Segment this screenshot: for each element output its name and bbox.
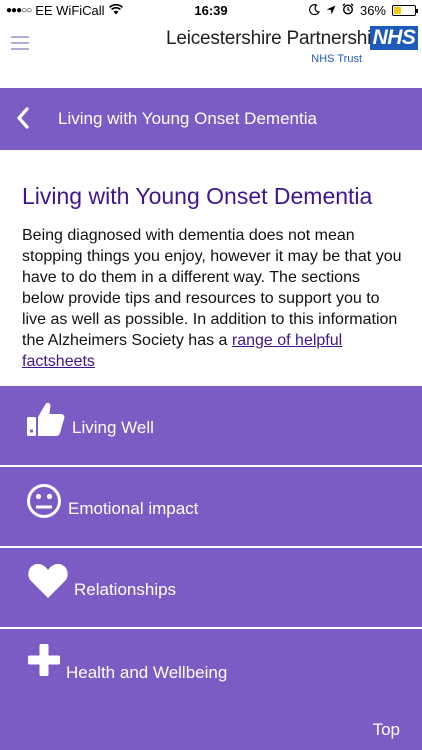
menu-item-emotional-impact[interactable]: Emotional impact [0, 467, 422, 547]
footer-bar: Top [0, 708, 422, 750]
status-bar: ●●●○○ EE WiFiCall 16:39 36% [0, 0, 422, 22]
org-subtitle: NHS Trust [311, 53, 362, 65]
top-button[interactable]: Top [373, 720, 400, 740]
thumbs-up-icon [26, 400, 66, 443]
title-bar: Living with Young Onset Dementia [0, 88, 422, 150]
battery-icon [392, 5, 418, 16]
app-header: Leicestershire Partnership NHS NHS Trust [0, 22, 422, 88]
intro-paragraph: Being diagnosed with dementia does not m… [22, 225, 406, 372]
page-heading: Living with Young Onset Dementia [22, 183, 373, 209]
menu-item-label: Health and Wellbeing [66, 663, 228, 682]
menu-item-label: Living Well [72, 418, 154, 437]
nhs-logo: NHS [370, 26, 418, 50]
menu-item-label: Emotional impact [68, 499, 199, 518]
back-button[interactable] [8, 103, 38, 133]
alarm-icon [342, 3, 354, 18]
menu-item-health-wellbeing[interactable]: Health and Wellbeing [0, 629, 422, 709]
intro-text: Being diagnosed with dementia does not m… [22, 227, 402, 349]
heart-icon [27, 562, 69, 605]
plus-icon [27, 643, 61, 682]
content-area: Living with Young Onset Dementia Being d… [0, 150, 422, 386]
chevron-left-icon [17, 107, 29, 129]
menu-item-relationships[interactable]: Relationships [0, 548, 422, 628]
screen-title: Living with Young Onset Dementia [58, 109, 317, 128]
moon-icon [309, 3, 320, 18]
neutral-face-icon [26, 483, 62, 524]
menu-item-label: Relationships [74, 580, 177, 599]
menu-item-living-well[interactable]: Living Well [0, 386, 422, 466]
battery-percent: 36% [359, 3, 386, 18]
hamburger-icon[interactable] [11, 36, 29, 50]
org-name: Leicestershire Partnership [166, 28, 382, 49]
status-right: 36% [309, 3, 418, 18]
location-arrow-icon [326, 3, 336, 18]
